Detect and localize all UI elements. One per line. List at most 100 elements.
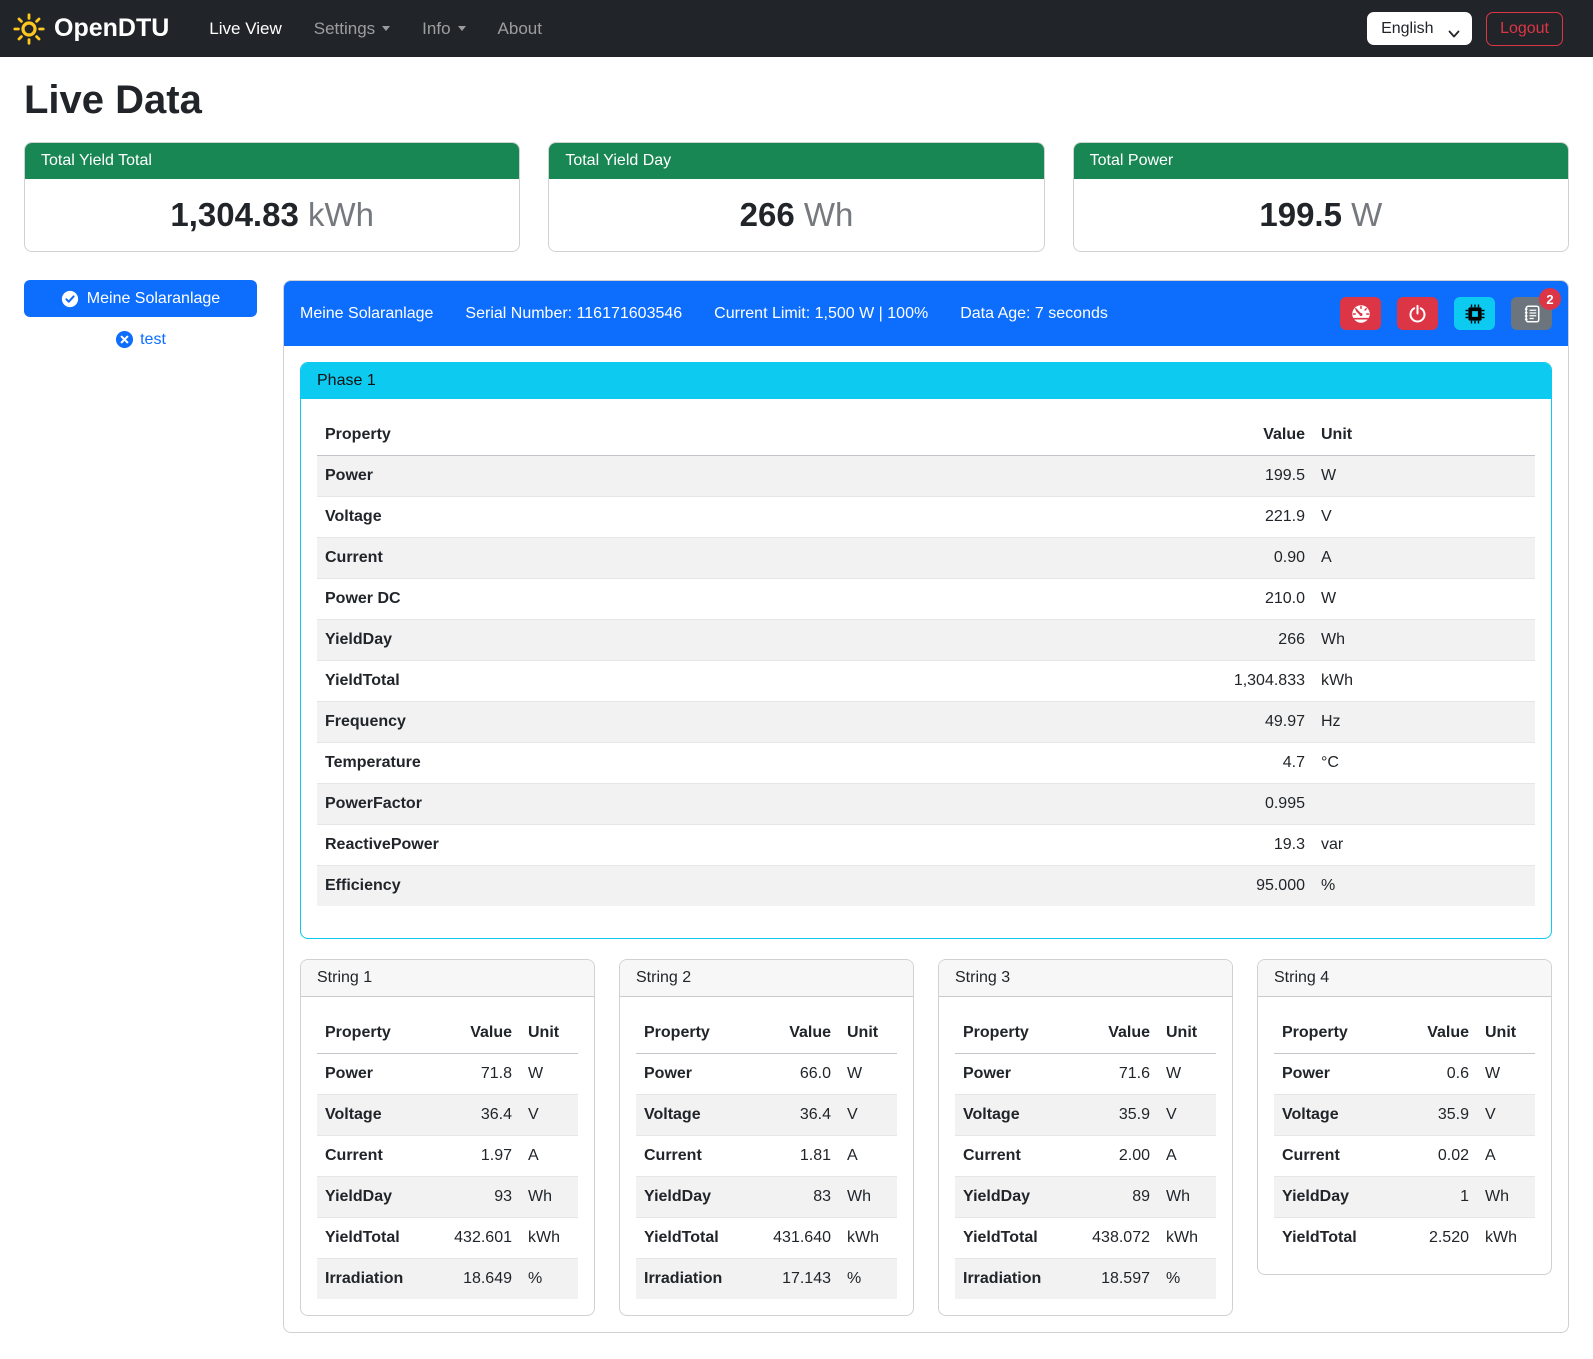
unit-cell: V — [1313, 497, 1535, 538]
table-row: Power0.6W — [1274, 1054, 1535, 1095]
inverter-card: Meine Solaranlage Serial Number: 1161716… — [283, 280, 1569, 1333]
stat-value: 266 — [740, 196, 795, 233]
value-cell: 438.072 — [1070, 1218, 1158, 1259]
sun-icon — [13, 13, 45, 45]
unit-cell: A — [1313, 538, 1535, 579]
table-row: YieldDay93Wh — [317, 1177, 578, 1218]
value-cell: 83 — [751, 1177, 839, 1218]
value-cell: 95.000 — [1193, 866, 1313, 907]
logout-button[interactable]: Logout — [1486, 12, 1563, 46]
language-select[interactable]: English — [1367, 12, 1472, 45]
stat-card-title: Total Power — [1074, 143, 1568, 179]
nav-item-about[interactable]: About — [482, 11, 558, 47]
phase-card-title: Phase 1 — [301, 363, 1551, 399]
table-row: Temperature4.7°C — [317, 743, 1535, 784]
column-header-property: Property — [317, 415, 1193, 456]
x-circle-icon[interactable] — [115, 330, 134, 349]
value-cell: 1.81 — [751, 1136, 839, 1177]
property-cell: YieldTotal — [317, 1218, 432, 1259]
table-header-row: Property Value Unit — [636, 1013, 897, 1054]
stat-unit: kWh — [308, 196, 374, 233]
unit-cell: var — [1313, 825, 1535, 866]
property-cell: Current — [1274, 1136, 1389, 1177]
property-cell: Current — [955, 1136, 1070, 1177]
stat-card-body: 199.5 W — [1074, 179, 1568, 251]
nav-links: Live View Settings Info About — [193, 11, 558, 47]
property-cell: YieldTotal — [1274, 1218, 1389, 1259]
power-icon — [1408, 304, 1427, 323]
brand-name: OpenDTU — [54, 14, 169, 43]
event-log-button[interactable]: 2 — [1511, 297, 1552, 330]
table-header: Property Value Unit — [955, 1013, 1216, 1054]
unit-cell: W — [1313, 456, 1535, 497]
value-cell: 0.02 — [1389, 1136, 1477, 1177]
value-cell: 0.6 — [1389, 1054, 1477, 1095]
unit-cell: A — [520, 1136, 578, 1177]
navbar-right: English Logout — [1367, 12, 1563, 46]
value-cell: 0.90 — [1193, 538, 1313, 579]
property-cell: Voltage — [955, 1095, 1070, 1136]
nav-item-settings[interactable]: Settings — [298, 11, 406, 47]
value-cell: 1.97 — [432, 1136, 520, 1177]
unit-cell: V — [839, 1095, 897, 1136]
nav-item-live-view[interactable]: Live View — [193, 11, 297, 47]
unit-cell: V — [520, 1095, 578, 1136]
value-cell: 18.649 — [432, 1259, 520, 1300]
property-cell: YieldDay — [1274, 1177, 1389, 1218]
device-info-button[interactable] — [1454, 297, 1495, 330]
column-header-unit: Unit — [520, 1013, 578, 1054]
stat-value: 1,304.83 — [170, 196, 298, 233]
unit-cell: kWh — [1158, 1218, 1216, 1259]
unit-cell: Wh — [1313, 620, 1535, 661]
value-cell: 71.8 — [432, 1054, 520, 1095]
stat-card-title: Total Yield Day — [549, 143, 1043, 179]
table-header: Property Value Unit — [1274, 1013, 1535, 1054]
value-cell: 432.601 — [432, 1218, 520, 1259]
unit-cell: A — [1158, 1136, 1216, 1177]
column-header-value: Value — [1193, 415, 1313, 456]
string-2-data-table: Property Value Unit Power66.0WVoltage36.… — [636, 1013, 897, 1299]
string-4-data-table: Property Value Unit Power0.6WVoltage35.9… — [1274, 1013, 1535, 1258]
property-cell: Voltage — [317, 1095, 432, 1136]
property-cell: Efficiency — [317, 866, 1193, 907]
string-card-title: String 4 — [1258, 960, 1551, 997]
value-cell: 0.995 — [1193, 784, 1313, 825]
unit-cell — [1313, 784, 1535, 825]
inverter-select-button[interactable]: Meine Solaranlage — [24, 280, 257, 317]
table-row: YieldDay266Wh — [317, 620, 1535, 661]
event-count-badge: 2 — [1539, 288, 1561, 310]
table-row: Current1.97A — [317, 1136, 578, 1177]
property-cell: Temperature — [317, 743, 1193, 784]
table-row: Irradiation17.143% — [636, 1259, 897, 1300]
string-card-body: Property Value Unit Power71.6WVoltage35.… — [939, 997, 1232, 1299]
property-cell: Power — [317, 456, 1193, 497]
column-header-value: Value — [432, 1013, 520, 1054]
string-card-body: Property Value Unit Power66.0WVoltage36.… — [620, 997, 913, 1299]
table-row: Current2.00A — [955, 1136, 1216, 1177]
stat-card-total-yield-day: Total Yield Day 266 Wh — [548, 142, 1044, 252]
column-header-value: Value — [751, 1013, 839, 1054]
value-cell: 19.3 — [1193, 825, 1313, 866]
unit-cell: W — [1313, 579, 1535, 620]
inverter-serial: Serial Number: 116171603546 — [465, 305, 682, 323]
table-row: YieldTotal438.072kWh — [955, 1218, 1216, 1259]
table-header-row: Property Value Unit — [1274, 1013, 1535, 1054]
nav-item-info[interactable]: Info — [406, 11, 481, 47]
string-3-data-table: Property Value Unit Power71.6WVoltage35.… — [955, 1013, 1216, 1299]
table-row: YieldDay1Wh — [1274, 1177, 1535, 1218]
string-card-title: String 3 — [939, 960, 1232, 997]
chevron-down-icon — [458, 26, 466, 31]
property-cell: Power — [955, 1054, 1070, 1095]
stat-card-total-power: Total Power 199.5 W — [1073, 142, 1569, 252]
unit-cell: W — [1477, 1054, 1535, 1095]
top-navbar: OpenDTU Live View Settings Info About En… — [0, 0, 1593, 57]
column-header-unit: Unit — [1158, 1013, 1216, 1054]
table-row: YieldTotal2.520kWh — [1274, 1218, 1535, 1259]
table-row: Voltage35.9V — [955, 1095, 1216, 1136]
limit-settings-button[interactable] — [1340, 297, 1381, 330]
nav-item-label: Info — [422, 19, 450, 39]
test-link[interactable]: test — [140, 331, 166, 349]
power-toggle-button[interactable] — [1397, 297, 1438, 330]
property-cell: Power DC — [317, 579, 1193, 620]
app-brand[interactable]: OpenDTU — [13, 13, 169, 45]
